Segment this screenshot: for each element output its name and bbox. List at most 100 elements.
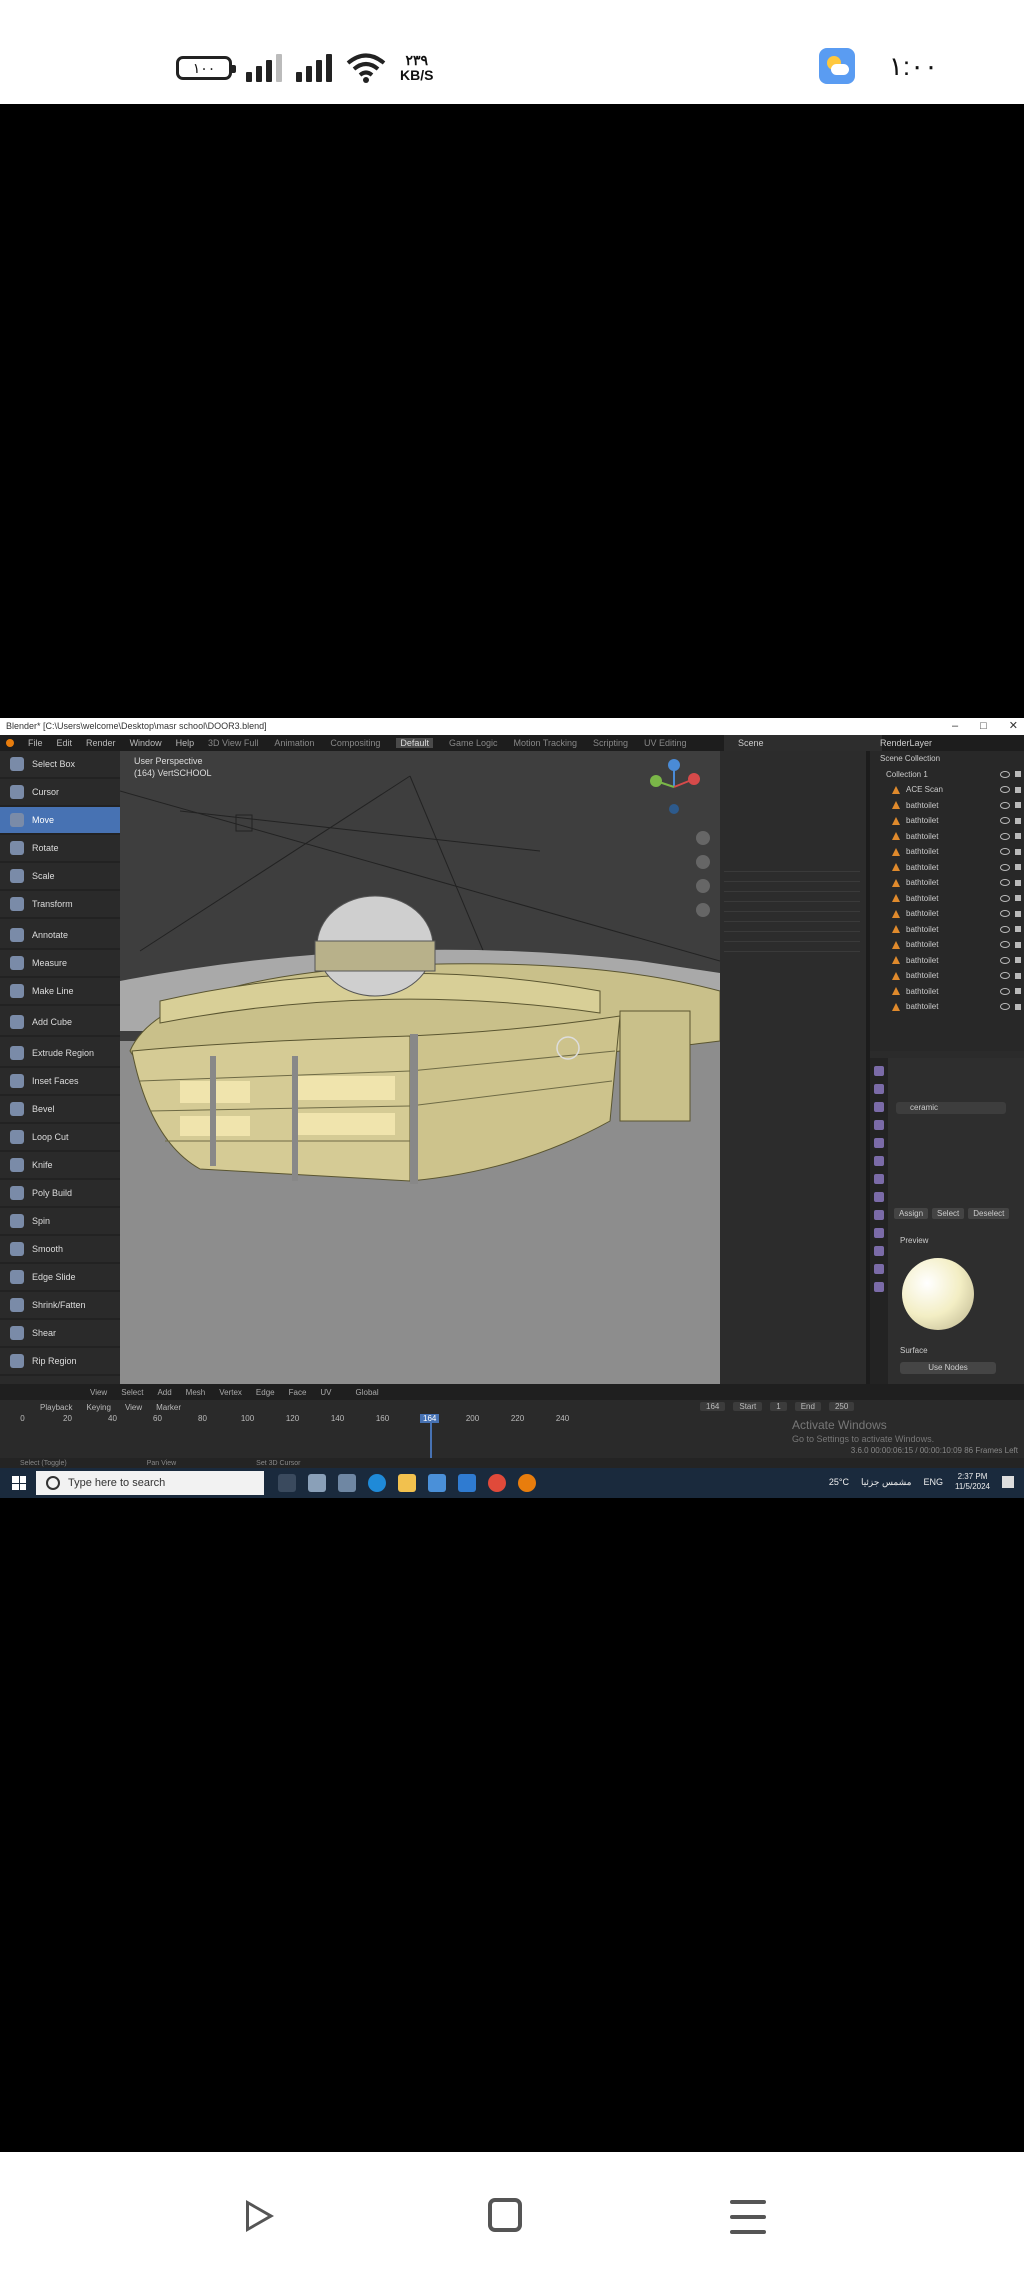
material-tab-icon[interactable] — [874, 1282, 884, 1292]
close-icon[interactable]: ✕ — [1009, 718, 1018, 735]
header-select[interactable]: Select — [121, 1388, 143, 1397]
mail-icon[interactable] — [458, 1474, 476, 1492]
data-tab-icon[interactable] — [874, 1264, 884, 1274]
header-mesh[interactable]: Mesh — [186, 1388, 206, 1397]
notification-icon[interactable] — [1002, 1476, 1014, 1488]
outliner-item[interactable]: ACE Scan — [870, 782, 1024, 798]
preview-header[interactable]: Preview — [900, 1236, 928, 1245]
menu-window[interactable]: Window — [130, 738, 162, 748]
current-frame-field[interactable]: 164 — [700, 1402, 726, 1411]
end-frame-field[interactable]: 250 — [828, 1402, 855, 1411]
tab-default[interactable]: Default — [396, 738, 433, 748]
outliner-item[interactable]: bathtoilet — [870, 968, 1024, 984]
tool-smooth[interactable]: Smooth — [0, 1236, 120, 1264]
timeline-view[interactable]: View — [125, 1403, 142, 1412]
tool-shrink-fatten[interactable]: Shrink/Fatten — [0, 1292, 120, 1320]
surface-header[interactable]: Surface — [900, 1346, 928, 1355]
windows-start-icon[interactable] — [12, 1476, 26, 1490]
orientation-dropdown[interactable]: Global — [356, 1388, 379, 1397]
tab-animation[interactable]: Animation — [274, 738, 314, 748]
taskbar-search[interactable]: Type here to search — [36, 1471, 264, 1495]
outliner-item[interactable]: bathtoilet — [870, 875, 1024, 891]
outliner-item[interactable]: bathtoilet — [870, 906, 1024, 922]
tab-motion-tracking[interactable]: Motion Tracking — [513, 738, 577, 748]
deselect-button[interactable]: Deselect — [968, 1208, 1010, 1219]
header-view[interactable]: View — [90, 1388, 107, 1397]
store-icon[interactable] — [428, 1474, 446, 1492]
physics-tab-icon[interactable] — [874, 1228, 884, 1238]
particles-tab-icon[interactable] — [874, 1210, 884, 1220]
back-icon[interactable] — [246, 2200, 274, 2232]
tool-knife[interactable]: Knife — [0, 1152, 120, 1180]
menu-file[interactable]: File — [28, 738, 43, 748]
tool-scale[interactable]: Scale — [0, 863, 120, 891]
material-slot[interactable]: ceramic — [896, 1102, 1006, 1114]
outliner-item[interactable]: bathtoilet — [870, 937, 1024, 953]
outliner[interactable]: Scene Collection Collection 1 ACE Scan b… — [870, 751, 1024, 1051]
header-edge[interactable]: Edge — [256, 1388, 275, 1397]
modifier-tab-icon[interactable] — [874, 1192, 884, 1202]
tool-annotate[interactable]: Annotate — [0, 922, 120, 950]
tool-select-box[interactable]: Select Box — [0, 751, 120, 779]
outliner-item[interactable]: bathtoilet — [870, 813, 1024, 829]
tab-3d-view-full[interactable]: 3D View Full — [208, 738, 258, 748]
file-explorer-icon[interactable] — [398, 1474, 416, 1492]
timeline-playback[interactable]: Playback — [40, 1403, 72, 1412]
tab-compositing[interactable]: Compositing — [330, 738, 380, 748]
output-tab-icon[interactable] — [874, 1102, 884, 1112]
header-face[interactable]: Face — [289, 1388, 307, 1397]
task-view-icon[interactable] — [278, 1474, 296, 1492]
timeline-marker[interactable]: Marker — [156, 1403, 181, 1412]
tool-bevel[interactable]: Bevel — [0, 1096, 120, 1124]
outliner-item[interactable]: bathtoilet — [870, 844, 1024, 860]
video-frame[interactable]: Blender* [C:\Users\welcome\Desktop\masr … — [0, 718, 1024, 1498]
outliner-item[interactable]: bathtoilet — [870, 860, 1024, 876]
scene-selector[interactable]: Scene — [724, 735, 882, 751]
object-tab-icon[interactable] — [874, 1174, 884, 1184]
scene-tab-icon[interactable] — [874, 1138, 884, 1148]
hand-icon[interactable] — [696, 855, 710, 869]
timeline[interactable]: Playback Keying View Marker 164 Start 1 … — [0, 1400, 1024, 1458]
grid-icon[interactable] — [696, 903, 710, 917]
edge-icon[interactable] — [368, 1474, 386, 1492]
render-layer-selector[interactable]: RenderLayer — [880, 735, 932, 751]
header-uv[interactable]: UV — [320, 1388, 331, 1397]
tool-make-line[interactable]: Make Line — [0, 978, 120, 1006]
menu-help[interactable]: Help — [176, 738, 195, 748]
menu-render[interactable]: Render — [86, 738, 116, 748]
tab-uv-editing[interactable]: UV Editing — [644, 738, 687, 748]
tool-shear[interactable]: Shear — [0, 1320, 120, 1348]
tool-spin[interactable]: Spin — [0, 1208, 120, 1236]
tool-cursor[interactable]: Cursor — [0, 779, 120, 807]
tool-edge-slide[interactable]: Edge Slide — [0, 1264, 120, 1292]
navigation-gizmo-icon[interactable] — [644, 757, 704, 817]
outliner-item[interactable]: bathtoilet — [870, 953, 1024, 969]
tool-measure[interactable]: Measure — [0, 950, 120, 978]
render-tab-icon[interactable] — [874, 1084, 884, 1094]
3d-viewport[interactable]: User Perspective (164) VertSCHOOL — [120, 751, 720, 1384]
tool-add-cube[interactable]: Add Cube — [0, 1009, 120, 1037]
maximize-icon[interactable]: □ — [980, 718, 987, 735]
tool-loop-cut[interactable]: Loop Cut — [0, 1124, 120, 1152]
outliner-item[interactable]: bathtoilet — [870, 999, 1024, 1015]
home-icon[interactable] — [488, 2198, 522, 2232]
zoom-icon[interactable] — [696, 831, 710, 845]
header-add[interactable]: Add — [157, 1388, 171, 1397]
app-icon[interactable] — [308, 1474, 326, 1492]
weather-temp[interactable]: 25°C — [829, 1477, 849, 1487]
secondary-editor[interactable] — [720, 751, 866, 1384]
minimize-icon[interactable]: – — [952, 718, 958, 735]
start-frame-field[interactable]: 1 — [770, 1402, 787, 1411]
world-tab-icon[interactable] — [874, 1156, 884, 1166]
tool-move[interactable]: Move — [0, 807, 120, 835]
outliner-item[interactable]: bathtoilet — [870, 984, 1024, 1000]
app-icon[interactable] — [338, 1474, 356, 1492]
view-layer-tab-icon[interactable] — [874, 1120, 884, 1130]
camera-icon[interactable] — [696, 879, 710, 893]
menu-edit[interactable]: Edit — [57, 738, 73, 748]
constraints-tab-icon[interactable] — [874, 1246, 884, 1256]
tab-game-logic[interactable]: Game Logic — [449, 738, 498, 748]
tool-transform[interactable]: Transform — [0, 891, 120, 919]
tab-scripting[interactable]: Scripting — [593, 738, 628, 748]
header-vertex[interactable]: Vertex — [219, 1388, 242, 1397]
